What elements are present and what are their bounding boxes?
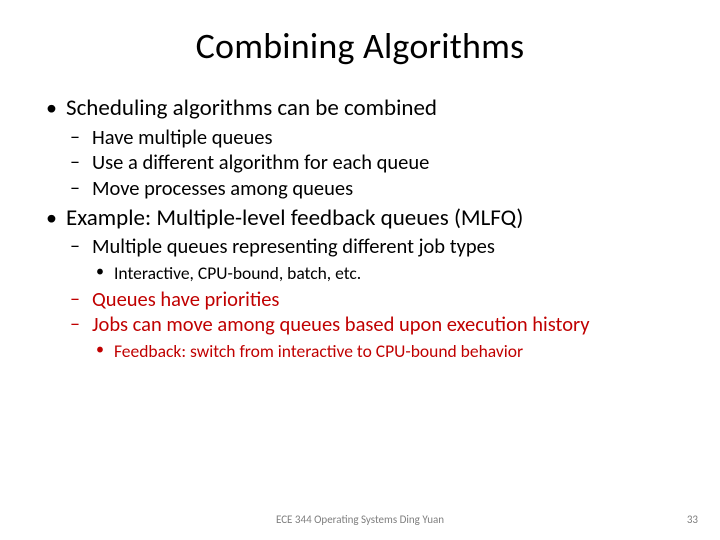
page-number: 33 — [687, 513, 698, 526]
sub-item-highlight: Jobs can move among queues based upon ex… — [66, 312, 678, 362]
bullet-text: Scheduling algorithms can be combined — [66, 94, 437, 122]
sub-text: Use a different algorithm for each queue — [92, 149, 429, 175]
sub-text: Queues have priorities — [92, 286, 279, 312]
sub-item: Use a different algorithm for each queue — [66, 150, 678, 176]
sub-item: Multiple queues representing different j… — [66, 234, 678, 284]
slide: Combining Algorithms Scheduling algorith… — [0, 0, 720, 540]
sub-list: Have multiple queues Use a different alg… — [66, 125, 678, 202]
bullet-item: Scheduling algorithms can be combined Ha… — [42, 94, 678, 202]
subsub-item: Feedback: switch from interactive to CPU… — [92, 340, 678, 363]
sub-text: Have multiple queues — [92, 124, 272, 150]
sub-item: Move processes among queues — [66, 176, 678, 202]
sub-item-highlight: Queues have priorities — [66, 287, 678, 313]
subsub-text: Interactive, CPU-bound, batch, etc. — [114, 262, 361, 284]
footer-text: ECE 344 Operating Systems Ding Yuan — [0, 513, 720, 526]
sub-item: Have multiple queues — [66, 125, 678, 151]
subsub-text: Feedback: switch from interactive to CPU… — [114, 340, 523, 362]
sub-text: Multiple queues representing different j… — [92, 233, 495, 259]
sub-list: Multiple queues representing different j… — [66, 234, 678, 362]
slide-title: Combining Algorithms — [42, 24, 678, 68]
subsub-list: Interactive, CPU-bound, batch, etc. — [92, 262, 678, 285]
bullet-item: Example: Multiple-level feedback queues … — [42, 204, 678, 363]
subsub-item: Interactive, CPU-bound, batch, etc. — [92, 262, 678, 285]
bullet-text: Example: Multiple-level feedback queues … — [66, 204, 523, 232]
bullet-list: Scheduling algorithms can be combined Ha… — [42, 94, 678, 363]
subsub-list: Feedback: switch from interactive to CPU… — [92, 340, 678, 363]
sub-text: Jobs can move among queues based upon ex… — [92, 311, 590, 337]
sub-text: Move processes among queues — [92, 175, 353, 201]
